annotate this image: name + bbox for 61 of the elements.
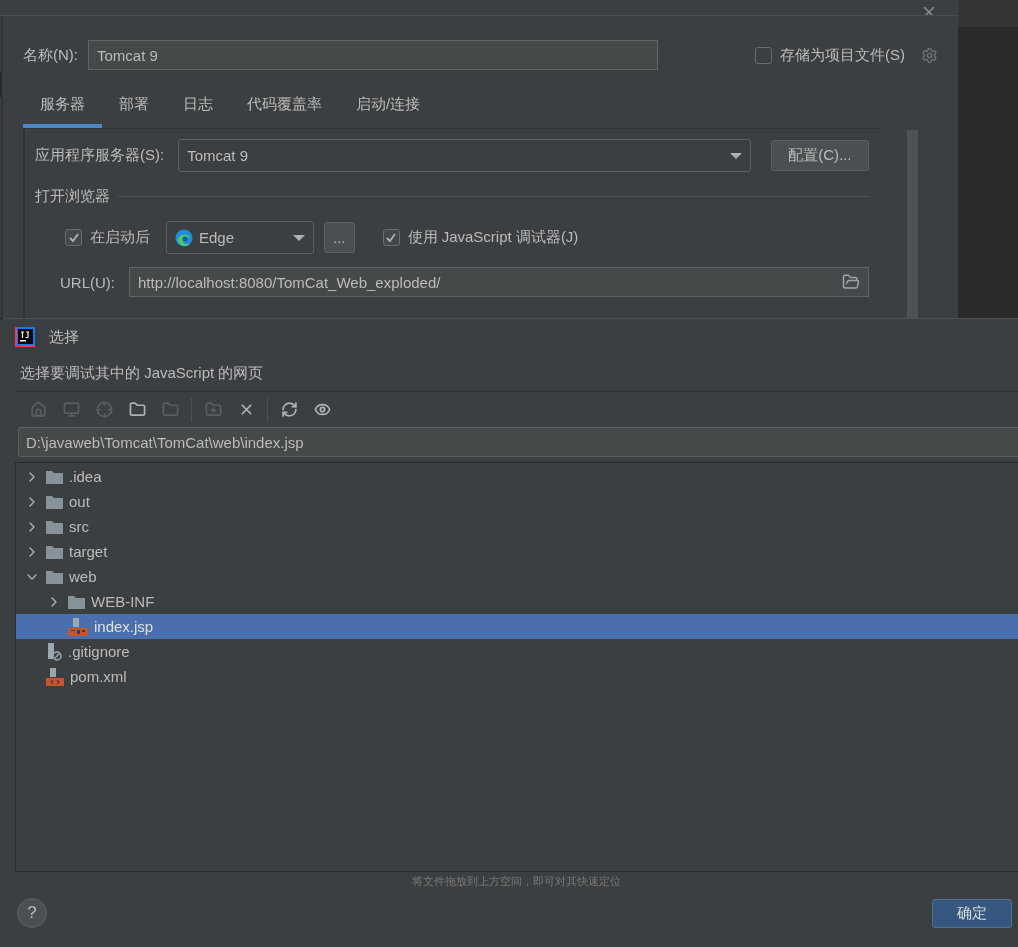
checkbox[interactable]: [755, 46, 772, 64]
folder-icon: [46, 494, 63, 509]
tree-item[interactable]: WEB-INF: [16, 589, 1018, 614]
folder-icon: [46, 469, 63, 484]
caret-icon: [293, 234, 305, 241]
tree-item[interactable]: pom.xml: [16, 664, 1018, 689]
tree-item[interactable]: .gitignore: [16, 639, 1018, 664]
file-name: target: [69, 543, 108, 560]
tree-item[interactable]: .idea: [16, 464, 1018, 489]
folder-icon[interactable]: [842, 273, 860, 291]
tree-item[interactable]: out: [16, 489, 1018, 514]
dialog-title: 选择: [49, 327, 79, 347]
settings-icon[interactable]: [921, 46, 938, 64]
tree-item[interactable]: web: [16, 564, 1018, 589]
app-server-label: 应用程序服务器(S):: [35, 146, 165, 165]
name-label: 名称(N):: [23, 45, 78, 65]
folder-icon: [68, 594, 85, 609]
tab[interactable]: 启动/连接: [339, 87, 438, 128]
name-field[interactable]: Tomcat 9: [88, 40, 658, 70]
tab[interactable]: 日志: [166, 87, 230, 128]
dialog-description: 选择要调试其中的 JavaScript 的网页: [20, 363, 264, 383]
folder-icon: [46, 544, 63, 559]
url-field[interactable]: http://localhost:8080/TomCat_Web_exploded/: [129, 267, 869, 297]
app-logo-icon: [15, 327, 35, 347]
xml-file-icon: [46, 667, 64, 686]
file-name: .gitignore: [68, 643, 130, 660]
tree-item[interactable]: target: [16, 539, 1018, 564]
file-name: .idea: [69, 468, 102, 485]
file-name: index.jsp: [94, 618, 154, 635]
checkbox-label: 使用 JavaScript 调试器(J): [407, 228, 579, 247]
tree-item[interactable]: index.jsp: [16, 614, 1018, 639]
checkbox-label: 在启动后: [90, 228, 150, 247]
help-button[interactable]: ?: [17, 898, 47, 928]
browser-icon: [175, 228, 193, 247]
caret-icon: [730, 152, 743, 159]
checkmark-icon: [385, 231, 397, 244]
ok-button[interactable]: 确定: [932, 898, 1012, 928]
section-title: 打开浏览器: [35, 187, 110, 206]
file-name: pom.xml: [70, 668, 127, 685]
path-field[interactable]: D:\javaweb\Tomcat\TomCat\web\index.jsp: [18, 427, 1018, 457]
tab[interactable]: 部署: [102, 87, 166, 128]
checkmark-icon: [67, 231, 80, 244]
url-label: URL(U):: [60, 273, 115, 291]
file-name: src: [69, 518, 89, 535]
file-name: web: [69, 568, 97, 585]
browse-button[interactable]: ...: [324, 222, 355, 253]
ignored-file-icon: [46, 642, 62, 661]
folder-icon: [46, 569, 63, 584]
browser-dropdown[interactable]: Edge: [166, 221, 314, 254]
configure-button[interactable]: 配置(C)...: [771, 140, 869, 171]
file-name: out: [69, 493, 90, 510]
checkbox[interactable]: [65, 229, 82, 246]
checkbox-label: 存储为项目文件(S): [780, 45, 905, 65]
jsp-file-icon: [68, 617, 88, 636]
folder-icon: [46, 519, 63, 534]
tab[interactable]: 服务器: [23, 87, 102, 128]
file-name: WEB-INF: [91, 593, 155, 610]
tree-item[interactable]: src: [16, 514, 1018, 539]
tab[interactable]: 代码覆盖率: [230, 87, 339, 128]
checkbox[interactable]: [382, 229, 400, 246]
app-server-dropdown[interactable]: Tomcat 9: [178, 139, 752, 172]
